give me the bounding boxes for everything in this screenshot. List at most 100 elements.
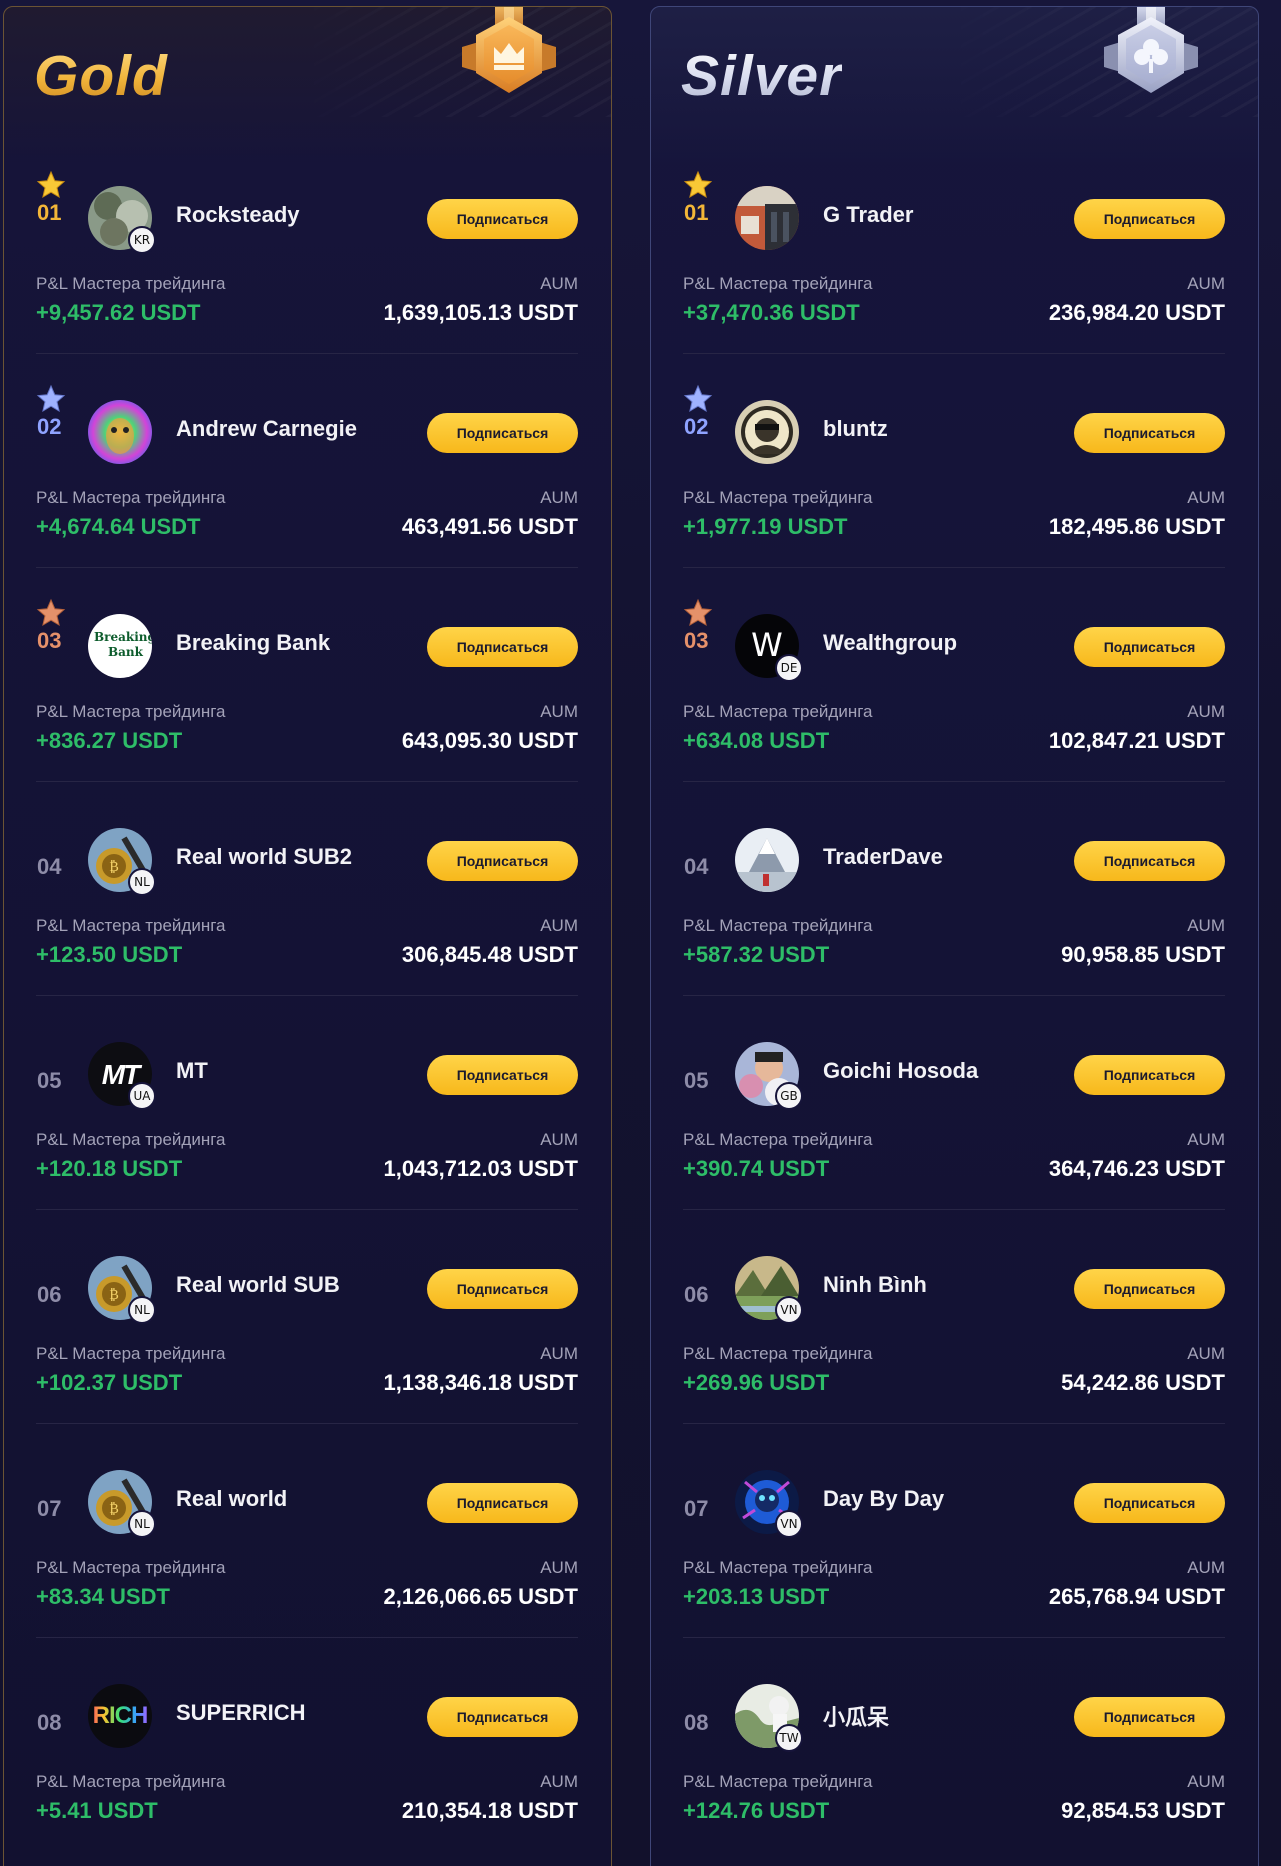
- avatar[interactable]: KR: [88, 186, 156, 254]
- avatar[interactable]: Breaking Bank: [88, 614, 152, 678]
- subscribe-button[interactable]: Подписаться: [427, 1483, 578, 1523]
- rank-number: 07: [37, 1496, 62, 1521]
- pnl-label: P&L Мастера трейдинга: [683, 488, 873, 507]
- subscribe-button[interactable]: Подписаться: [1074, 1269, 1225, 1309]
- trader-name[interactable]: Rocksteady: [176, 202, 300, 228]
- rank-number: 04: [37, 854, 62, 879]
- avatar-logo-text: RICH: [88, 1702, 152, 1730]
- subscribe-button[interactable]: Подписаться: [1074, 841, 1225, 881]
- trader-name[interactable]: Breaking Bank: [176, 630, 330, 656]
- avatar[interactable]: [88, 400, 152, 464]
- trader-card: 02 bluntz Подписаться P&L Мастера трейди…: [683, 354, 1225, 568]
- aum-value: 265,768.94 USDT: [1048, 1584, 1225, 1609]
- trader-name[interactable]: Real world: [176, 1486, 287, 1512]
- rank-number: 05: [684, 1068, 709, 1093]
- avatar[interactable]: [735, 828, 799, 892]
- avatar[interactable]: W DE: [735, 614, 803, 682]
- aum-label: AUM: [540, 1772, 578, 1791]
- trader-card: 05 MT UA MT Подписаться P&L Мастера трей…: [36, 996, 578, 1210]
- subscribe-button[interactable]: Подписаться: [1074, 1483, 1225, 1523]
- rank-number: 01: [37, 200, 62, 225]
- subscribe-button[interactable]: Подписаться: [427, 199, 578, 239]
- avatar[interactable]: GB: [735, 1042, 803, 1110]
- avatar[interactable]: RICH: [88, 1684, 152, 1748]
- trader-name[interactable]: bluntz: [823, 416, 888, 442]
- avatar[interactable]: ₿ NL: [88, 1470, 156, 1538]
- avatar[interactable]: VN: [735, 1470, 803, 1538]
- subscribe-button[interactable]: Подписаться: [1074, 413, 1225, 453]
- pnl-label: P&L Мастера трейдинга: [36, 274, 226, 293]
- country-flag-badge: NL: [128, 1510, 156, 1538]
- trader-card: 07 ₿ NL Real world Подписаться P&L Масте…: [36, 1424, 578, 1638]
- aum-value: 1,043,712.03 USDT: [383, 1156, 578, 1181]
- avatar[interactable]: [735, 400, 799, 464]
- trader-name[interactable]: Day By Day: [823, 1486, 944, 1512]
- country-flag-badge: DE: [775, 654, 803, 682]
- pnl-label: P&L Мастера трейдинга: [683, 274, 873, 293]
- trader-name[interactable]: Andrew Carnegie: [176, 416, 357, 442]
- crown-medal-icon: [462, 7, 556, 93]
- pnl-label: P&L Мастера трейдинга: [683, 1558, 873, 1577]
- subscribe-button[interactable]: Подписаться: [1074, 1055, 1225, 1095]
- country-flag-badge: TW: [775, 1724, 803, 1752]
- bronze-star-icon: [36, 598, 66, 627]
- pnl-value: +587.32 USDT: [683, 942, 830, 967]
- aum-value: 1,639,105.13 USDT: [383, 300, 578, 325]
- trader-name[interactable]: Real world SUB2: [176, 844, 352, 870]
- silver-tier-title: Silver: [681, 41, 842, 111]
- pnl-label: P&L Мастера трейдинга: [36, 1344, 226, 1363]
- decorative-stripes: [928, 7, 1258, 117]
- pnl-value: +269.96 USDT: [683, 1370, 830, 1395]
- trader-name[interactable]: G Trader: [823, 202, 913, 228]
- avatar[interactable]: MT UA: [88, 1042, 156, 1110]
- pnl-value: +5.41 USDT: [36, 1798, 158, 1823]
- pnl-value: +836.27 USDT: [36, 728, 183, 753]
- avatar[interactable]: VN: [735, 1256, 803, 1324]
- pnl-value: +9,457.62 USDT: [36, 300, 201, 325]
- aum-value: 364,746.23 USDT: [1048, 1156, 1225, 1181]
- pnl-label: P&L Мастера трейдинга: [36, 1772, 226, 1791]
- pnl-label: P&L Мастера трейдинга: [36, 488, 226, 507]
- trader-name[interactable]: Goichi Hosoda: [823, 1058, 978, 1084]
- trader-card: 05 GB Goichi Hosoda Подписаться P&L Маст…: [683, 996, 1225, 1210]
- avatar[interactable]: ₿ NL: [88, 1256, 156, 1324]
- pnl-value: +123.50 USDT: [36, 942, 183, 967]
- trader-name[interactable]: Ninh Bình: [823, 1272, 927, 1298]
- avatar[interactable]: [735, 186, 799, 250]
- subscribe-button[interactable]: Подписаться: [1074, 1697, 1225, 1737]
- pnl-value: +203.13 USDT: [683, 1584, 830, 1609]
- trader-name[interactable]: 小瓜呆: [823, 1700, 889, 1732]
- aum-label: AUM: [540, 1558, 578, 1577]
- trader-name[interactable]: Wealthgroup: [823, 630, 957, 656]
- aum-label: AUM: [540, 274, 578, 293]
- aum-value: 236,984.20 USDT: [1048, 300, 1225, 325]
- subscribe-button[interactable]: Подписаться: [1074, 199, 1225, 239]
- avatar[interactable]: TW: [735, 1684, 803, 1752]
- trader-card: 06 ₿ NL Real world SUB Подписаться P&L М…: [36, 1210, 578, 1424]
- aum-label: AUM: [1187, 1130, 1225, 1149]
- pnl-value: +634.08 USDT: [683, 728, 830, 753]
- subscribe-button[interactable]: Подписаться: [427, 1269, 578, 1309]
- avatar[interactable]: ₿ NL: [88, 828, 156, 896]
- aum-label: AUM: [1187, 1772, 1225, 1791]
- subscribe-button[interactable]: Подписаться: [1074, 627, 1225, 667]
- subscribe-button[interactable]: Подписаться: [427, 1055, 578, 1095]
- aum-value: 90,958.85 USDT: [1061, 942, 1225, 967]
- subscribe-button[interactable]: Подписаться: [427, 1697, 578, 1737]
- trader-name[interactable]: SUPERRICH: [176, 1700, 306, 1726]
- rank-number: 01: [684, 200, 709, 225]
- aum-label: AUM: [1187, 1558, 1225, 1577]
- subscribe-button[interactable]: Подписаться: [427, 413, 578, 453]
- country-flag-badge: VN: [775, 1296, 803, 1324]
- trader-name[interactable]: Real world SUB: [176, 1272, 340, 1298]
- trader-name[interactable]: MT: [176, 1058, 208, 1084]
- subscribe-button[interactable]: Подписаться: [427, 841, 578, 881]
- pnl-value: +102.37 USDT: [36, 1370, 183, 1395]
- aum-value: 92,854.53 USDT: [1061, 1798, 1225, 1823]
- rank-number: 02: [37, 414, 62, 439]
- gold-tier-panel: Gold 01 KR Rocksteady Подписаться P&L Ма…: [3, 6, 612, 1866]
- rank-number: 08: [684, 1710, 709, 1735]
- trader-name[interactable]: TraderDave: [823, 844, 943, 870]
- pnl-value: +83.34 USDT: [36, 1584, 170, 1609]
- subscribe-button[interactable]: Подписаться: [427, 627, 578, 667]
